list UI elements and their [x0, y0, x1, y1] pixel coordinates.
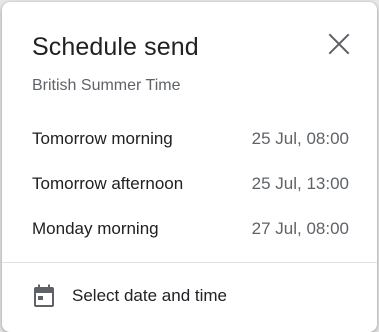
calendar-icon: [32, 284, 56, 308]
option-monday-morning[interactable]: Monday morning 27 Jul, 08:00: [2, 206, 377, 251]
option-label: Tomorrow afternoon: [32, 173, 184, 193]
close-icon: [328, 33, 350, 55]
option-time: 25 Jul, 13:00: [251, 173, 349, 193]
divider: [2, 262, 377, 263]
dialog-header: Schedule send British Summer Time: [32, 30, 357, 96]
dialog-title: Schedule send: [32, 33, 199, 61]
select-date-time-label: Select date and time: [72, 286, 227, 305]
option-label: Tomorrow morning: [32, 128, 173, 148]
select-date-time-button[interactable]: Select date and time: [2, 270, 377, 322]
close-button[interactable]: [323, 28, 355, 60]
option-time: 27 Jul, 08:00: [251, 218, 349, 238]
schedule-options-list: Tomorrow morning 25 Jul, 08:00 Tomorrow …: [2, 116, 377, 251]
timezone-label: British Summer Time: [32, 77, 181, 94]
schedule-send-dialog: Schedule send British Summer Time Tomorr…: [2, 2, 377, 332]
option-label: Monday morning: [32, 218, 159, 238]
option-tomorrow-morning[interactable]: Tomorrow morning 25 Jul, 08:00: [2, 116, 377, 161]
option-tomorrow-afternoon[interactable]: Tomorrow afternoon 25 Jul, 13:00: [2, 161, 377, 206]
option-time: 25 Jul, 08:00: [251, 128, 349, 148]
